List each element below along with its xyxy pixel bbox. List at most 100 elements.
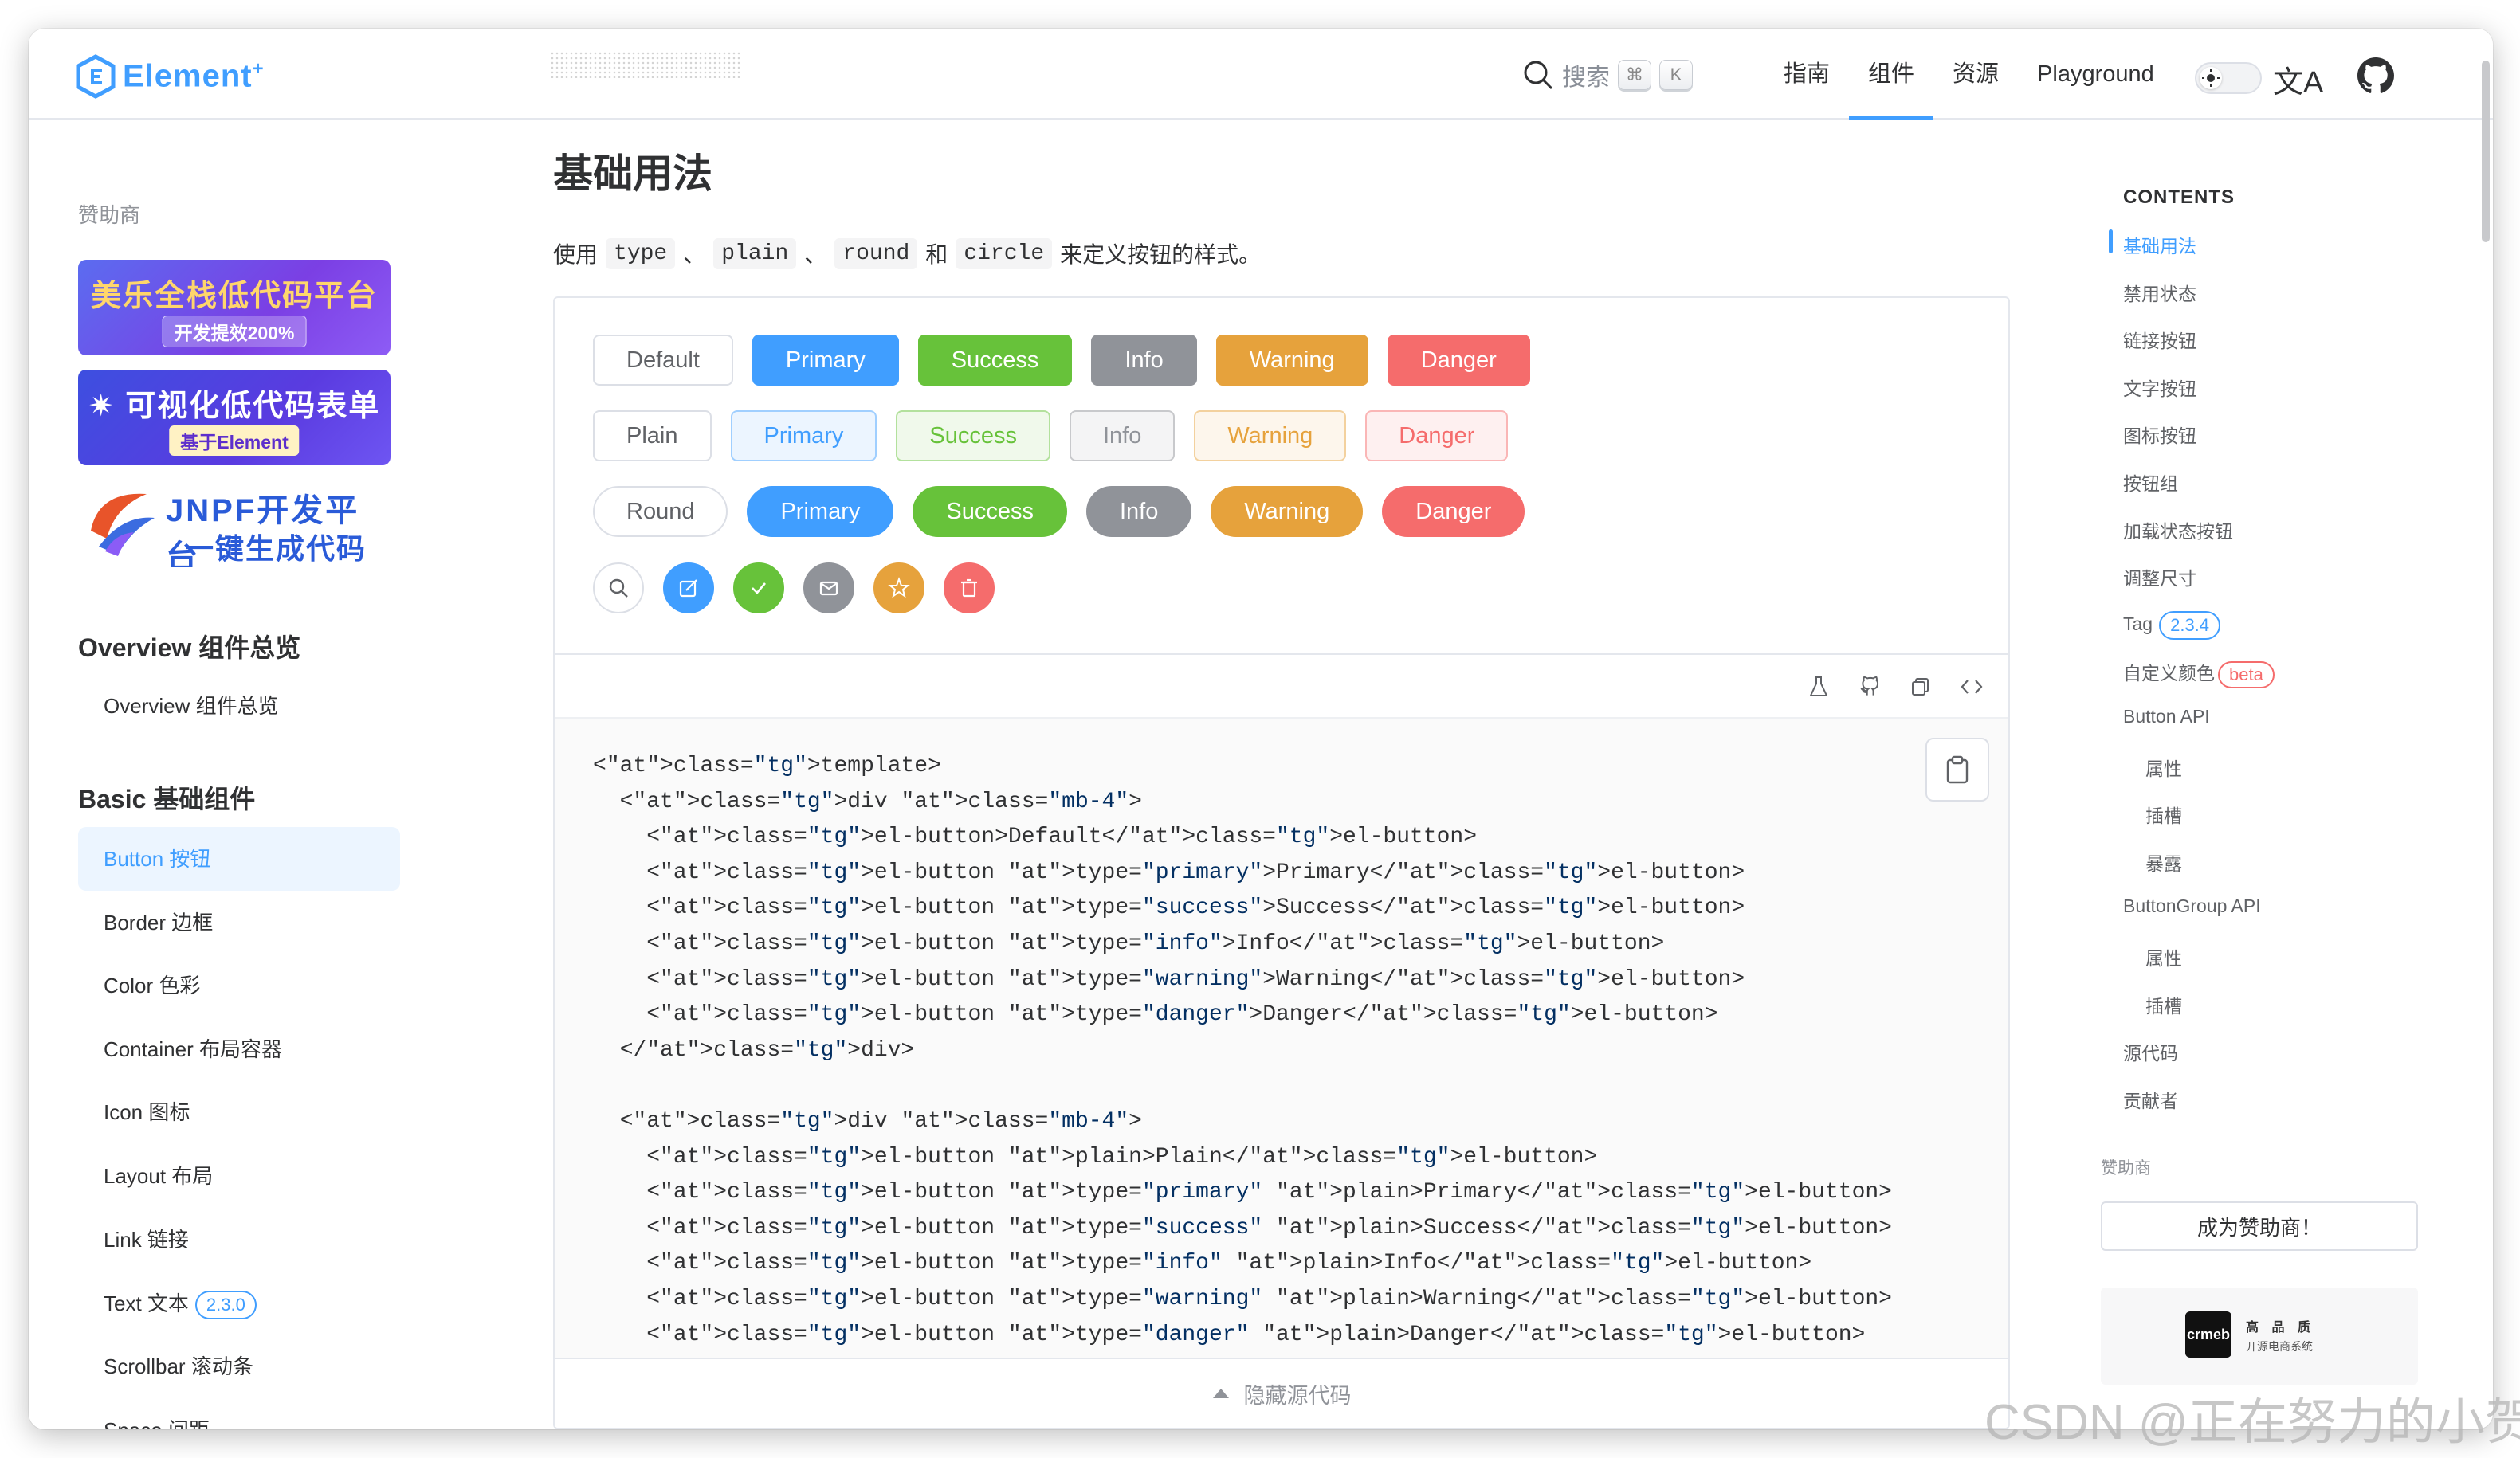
- sidebar-item-text[interactable]: Text 文本 2.3.0: [78, 1272, 400, 1335]
- crmeb-logo: crmeb: [2185, 1311, 2231, 1358]
- sponsor-banner-meile[interactable]: 美乐全栈低代码平台 开发提效200%: [78, 260, 391, 355]
- search-button[interactable]: 搜索 ⌘ K: [1522, 57, 1693, 92]
- nav-component[interactable]: 组件: [1849, 29, 1934, 120]
- sidebar-item-color[interactable]: Color 色彩: [78, 954, 400, 1017]
- toc-item[interactable]: 自定义颜色 beta: [2123, 658, 2275, 689]
- info-button[interactable]: Info: [1091, 335, 1197, 386]
- toc-item[interactable]: 加载状态按钮: [2123, 516, 2233, 543]
- toc-item[interactable]: 属性: [2145, 754, 2182, 781]
- sidebar-item-button[interactable]: Button 按钮: [78, 827, 400, 891]
- github-icon[interactable]: [2357, 57, 2394, 98]
- section-title: 基础用法: [553, 151, 712, 196]
- plain-warning-button[interactable]: Warning: [1194, 410, 1347, 461]
- become-sponsor-button[interactable]: 成为赞助商！: [2101, 1201, 2418, 1251]
- toc-item[interactable]: 图标按钮: [2123, 421, 2196, 448]
- toc-item[interactable]: 属性: [2145, 943, 2182, 970]
- sidebar: 赞助商 美乐全栈低代码平台 开发提效200% ✷ 可视化低代码表单 基于Elem…: [29, 120, 523, 1429]
- toc-item-label: 禁用状态: [2123, 283, 2196, 304]
- copy-code-button[interactable]: [1925, 738, 1989, 802]
- toc-sponsor-label: 赞助商: [2101, 1159, 2151, 1178]
- github-icon[interactable]: [1854, 671, 1886, 703]
- round-danger-button[interactable]: Danger: [1382, 486, 1525, 537]
- toc-item-label: 加载状态按钮: [2123, 520, 2233, 542]
- toc-item[interactable]: 链接按钮: [2123, 326, 2196, 353]
- sponsor-banner-crmeb[interactable]: crmeb 高 品 质 开源电商系统: [2101, 1288, 2418, 1385]
- version-badge: 2.3.0: [194, 1291, 257, 1320]
- main-content: 基础用法 使用 type 、 plain 、 round 和 circle 来定…: [550, 120, 2042, 1429]
- toc-item[interactable]: Button API: [2123, 706, 2210, 727]
- sidebar-item-space[interactable]: Space 间距: [78, 1398, 400, 1429]
- circle-edit-button[interactable]: [663, 562, 714, 613]
- plain-info-button[interactable]: Info: [1070, 410, 1176, 461]
- sidebar-item-container[interactable]: Container 布局容器: [78, 1017, 400, 1081]
- theme-toggle[interactable]: [2195, 62, 2262, 94]
- toc-item[interactable]: 基础用法: [2123, 231, 2196, 258]
- toc-item[interactable]: 插槽: [2145, 991, 2182, 1018]
- toc-item[interactable]: 按钮组: [2123, 468, 2178, 496]
- code-line: <"at">class="tg">el-button "at">type="da…: [593, 1002, 1718, 1028]
- toc-item[interactable]: Tag 2.3.4: [2123, 610, 2221, 640]
- plain-primary-button[interactable]: Primary: [730, 410, 877, 461]
- demo-preview: Default Primary Success Info Warning Dan…: [555, 298, 2008, 655]
- section-description: 使用 type 、 plain 、 round 和 circle 来定义按钮的样…: [553, 237, 1261, 269]
- toc-item[interactable]: 源代码: [2123, 1038, 2178, 1065]
- toc-item[interactable]: 贡献者: [2123, 1086, 2178, 1113]
- code-line: </"at">class="tg">div>: [593, 1037, 915, 1063]
- sponsor-banner-jnpf[interactable]: JNPF开发平台 一键生成代码: [78, 480, 391, 567]
- toc-item[interactable]: 插槽: [2145, 801, 2182, 828]
- warning-button[interactable]: Warning: [1215, 335, 1368, 386]
- round-primary-button[interactable]: Primary: [747, 486, 894, 537]
- playground-icon[interactable]: [1803, 671, 1835, 703]
- circle-delete-button[interactable]: [944, 562, 995, 613]
- sidebar-item-border[interactable]: Border 边框: [78, 891, 400, 954]
- group-title-basic: Basic 基础组件: [78, 785, 256, 813]
- sidebar-item-scrollbar[interactable]: Scrollbar 滚动条: [78, 1335, 400, 1398]
- hide-code-button[interactable]: 隐藏源代码: [555, 1358, 2008, 1428]
- toc-item[interactable]: ButtonGroup API: [2123, 896, 2261, 917]
- plain-success-button[interactable]: Success: [896, 410, 1050, 461]
- round-button[interactable]: Round: [593, 486, 728, 537]
- code-toggle-icon[interactable]: [1956, 671, 1988, 703]
- star-icon: [888, 577, 910, 598]
- primary-button[interactable]: Primary: [752, 335, 899, 386]
- copy-icon[interactable]: [1905, 671, 1937, 703]
- round-warning-button[interactable]: Warning: [1211, 486, 1364, 537]
- desc-text: 、: [683, 242, 706, 267]
- caret-up-icon: [1212, 1389, 1229, 1398]
- code-block: <"at">class="tg">template> <"at">class="…: [555, 719, 2008, 1361]
- toc-item-label: 按钮组: [2123, 473, 2178, 494]
- sponsor-banner-form[interactable]: ✷ 可视化低代码表单 基于Element: [78, 370, 391, 465]
- toc-item[interactable]: 暴露: [2145, 849, 2182, 876]
- sidebar-item-link[interactable]: Link 链接: [78, 1208, 400, 1272]
- danger-button[interactable]: Danger: [1387, 335, 1530, 386]
- plain-danger-button[interactable]: Danger: [1365, 410, 1509, 461]
- clipboard-icon: [1946, 755, 1969, 784]
- circle-search-button[interactable]: [593, 562, 644, 613]
- circle-check-button[interactable]: [733, 562, 784, 613]
- circle-star-button[interactable]: [873, 562, 924, 613]
- nav-playground[interactable]: Playground: [2018, 29, 2173, 120]
- plain-button[interactable]: Plain: [593, 410, 712, 461]
- nav-guide[interactable]: 指南: [1764, 29, 1849, 120]
- toc-item[interactable]: 调整尺寸: [2123, 563, 2196, 590]
- nav-resource[interactable]: 资源: [1933, 29, 2018, 120]
- toc-item[interactable]: 文字按钮: [2123, 374, 2196, 401]
- round-info-button[interactable]: Info: [1085, 486, 1192, 537]
- top-header: Element+ 搜索 ⌘ K 指南 组件 资源 Playground 文A: [29, 29, 2493, 120]
- round-success-button[interactable]: Success: [913, 486, 1067, 537]
- page-scrollbar[interactable]: [2482, 61, 2490, 242]
- desc-text: 来定义按钮的样式。: [1060, 242, 1262, 267]
- element-logo[interactable]: Element+: [75, 54, 265, 99]
- default-button[interactable]: Default: [593, 335, 733, 386]
- sidebar-item-overview[interactable]: Overview 组件总览: [78, 674, 400, 738]
- translate-icon[interactable]: 文A: [2273, 57, 2323, 101]
- toc-item-label: 属性: [2145, 948, 2182, 969]
- desc-text: 使用: [553, 242, 599, 267]
- sidebar-item-icon[interactable]: Icon 图标: [78, 1080, 400, 1144]
- sponsor-label: 赞助商: [78, 203, 141, 227]
- sidebar-item-layout[interactable]: Layout 布局: [78, 1144, 400, 1208]
- success-button[interactable]: Success: [917, 335, 1073, 386]
- circle-message-button[interactable]: [803, 562, 854, 613]
- toc-item-label: 链接按钮: [2123, 331, 2196, 352]
- toc-item[interactable]: 禁用状态: [2123, 279, 2196, 306]
